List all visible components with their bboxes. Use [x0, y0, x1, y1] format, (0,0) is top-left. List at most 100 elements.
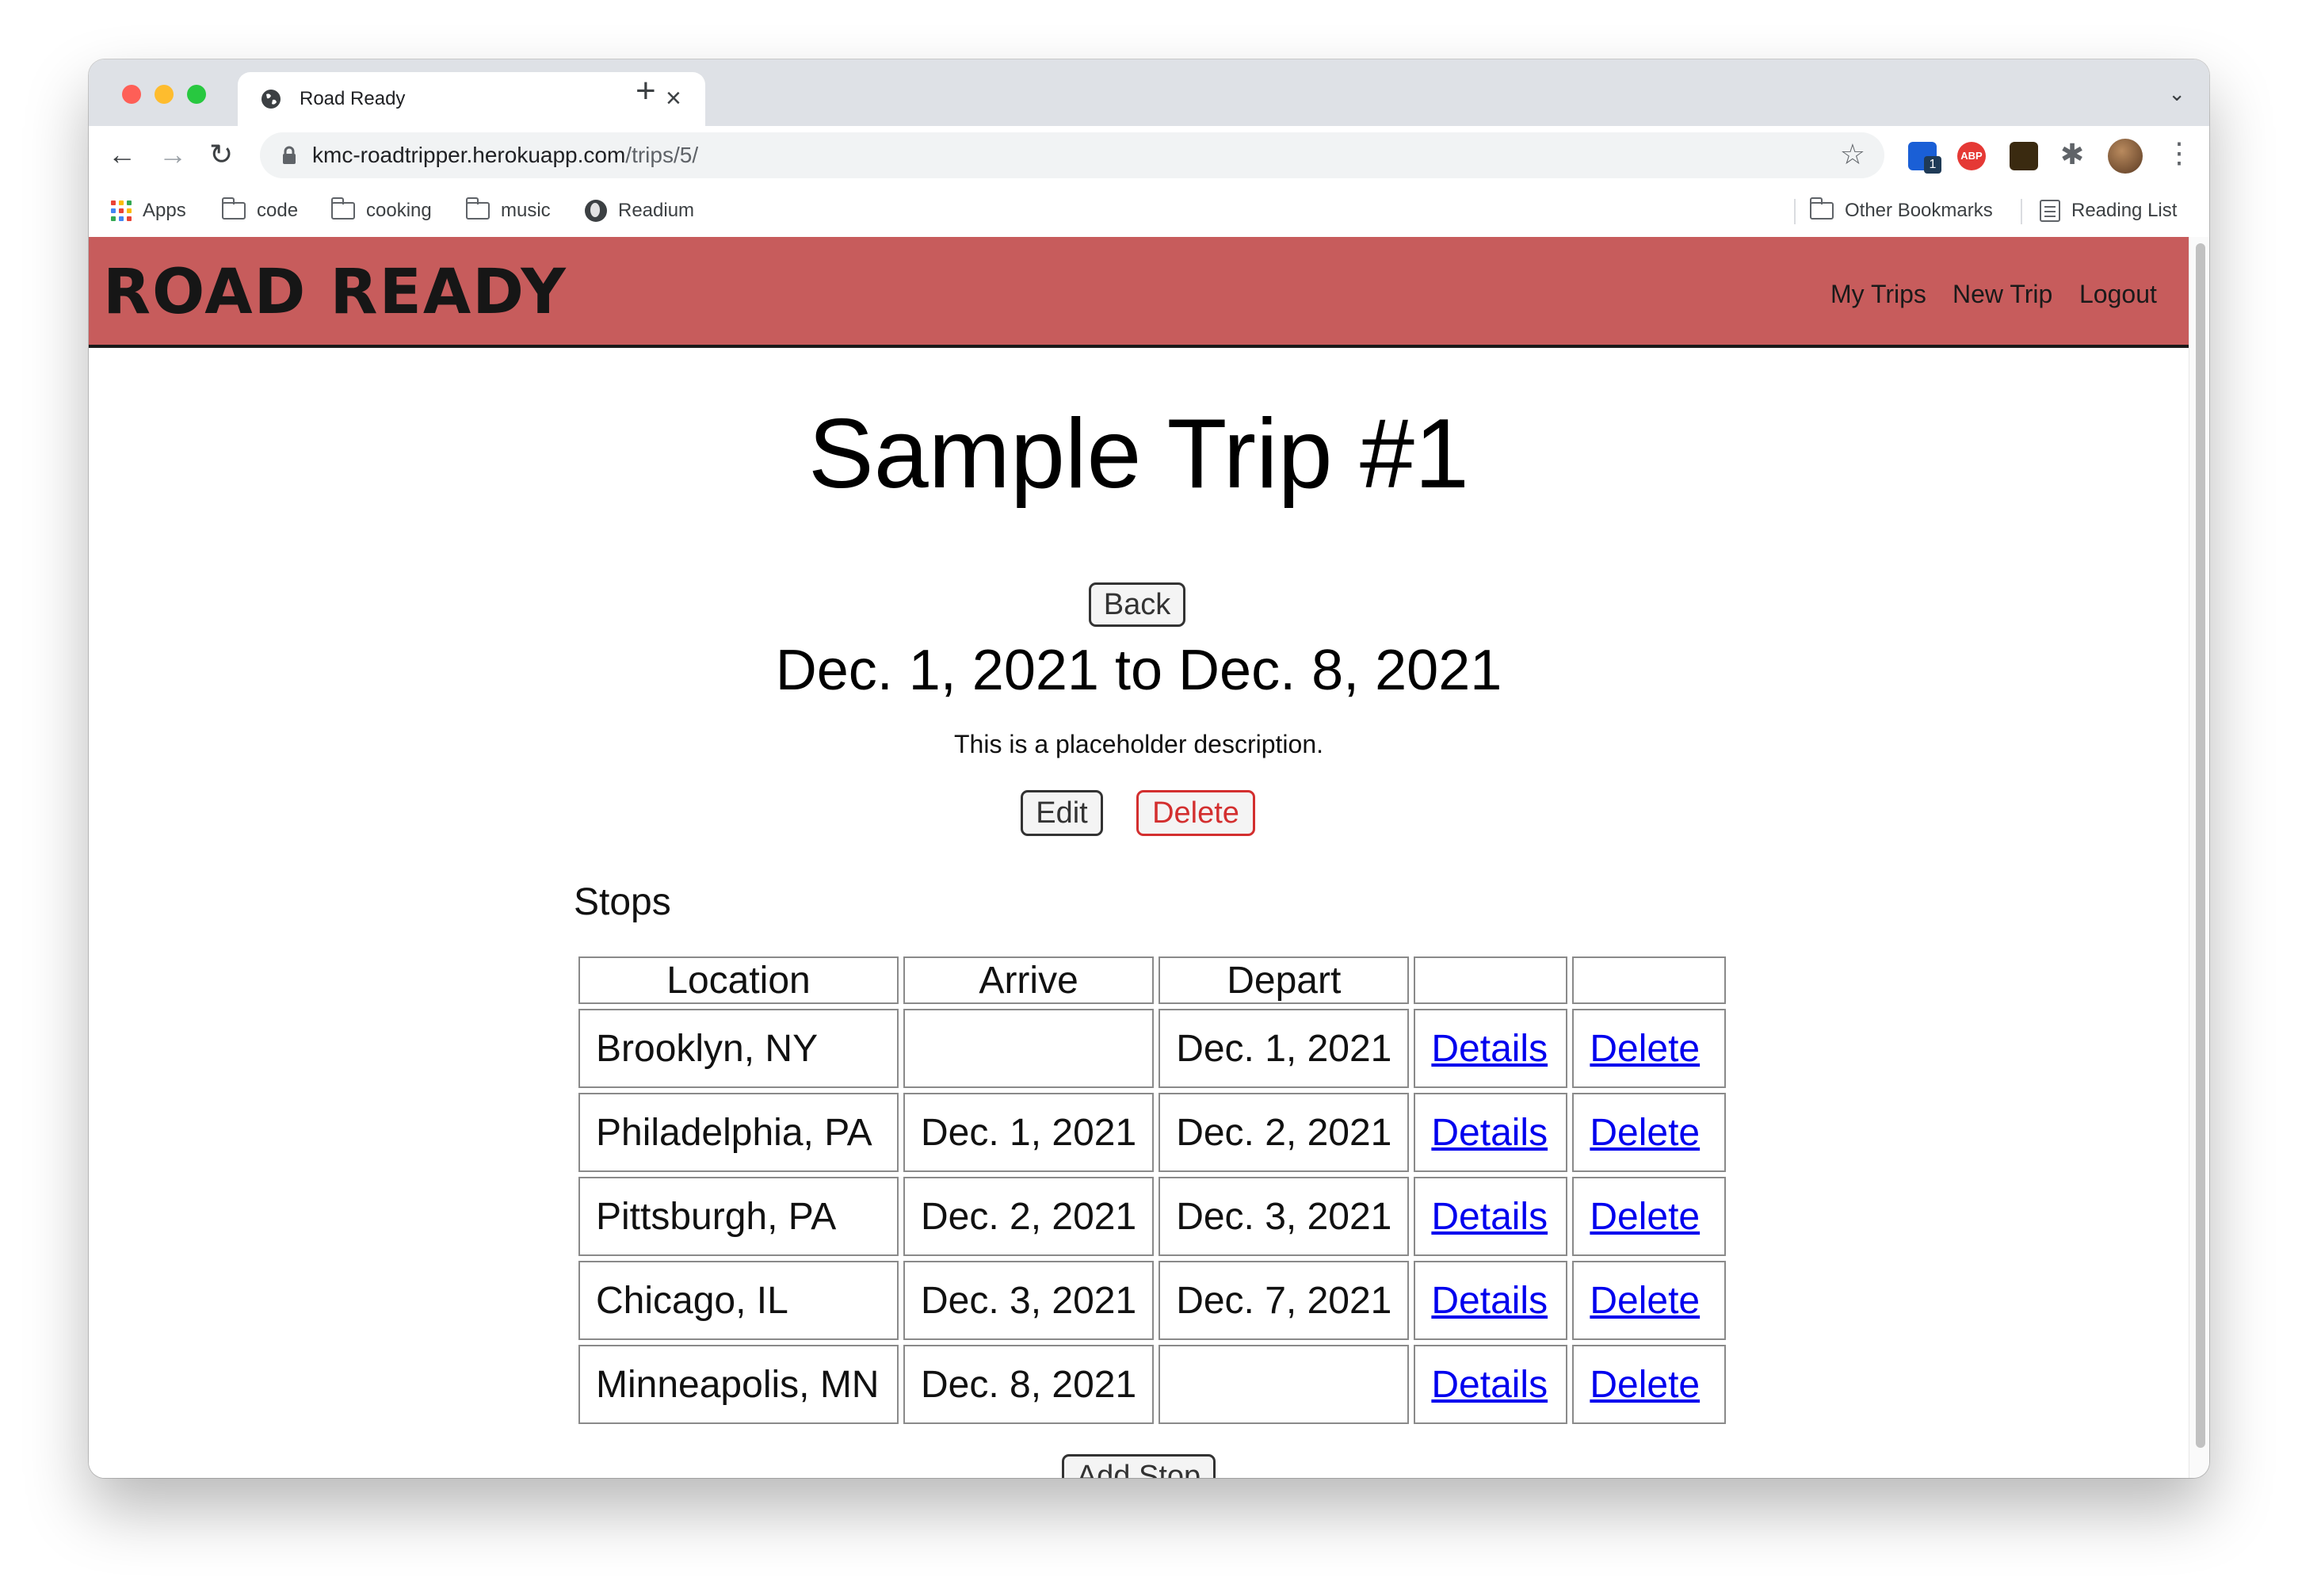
globe-icon [585, 200, 607, 222]
extension-icon[interactable] [2010, 142, 2038, 170]
stop-location: Philadelphia, PA [578, 1093, 899, 1172]
stop-details-cell: Details [1414, 1345, 1568, 1424]
back-arrow-icon[interactable]: ← [108, 137, 136, 172]
bookmark-readium[interactable]: Readium [585, 197, 694, 224]
stop-details-cell: Details [1414, 1261, 1568, 1340]
stop-delete-link[interactable]: Delete [1590, 1028, 1700, 1070]
column-header-location: Location [578, 956, 899, 1004]
column-header-depart: Depart [1159, 956, 1410, 1004]
nav-logout[interactable]: Logout [2079, 278, 2157, 310]
tab-strip: Road Ready × + ⌄ [89, 59, 2209, 126]
minimize-window-button[interactable] [155, 85, 174, 104]
stop-arrive: Dec. 2, 2021 [903, 1177, 1155, 1256]
add-stop-button[interactable]: Add Stop [1062, 1454, 1216, 1478]
column-header-arrive: Arrive [903, 956, 1155, 1004]
stop-details-link[interactable]: Details [1431, 1112, 1548, 1154]
bookmark-label: code [257, 200, 299, 221]
bookmark-label: Other Bookmarks [1845, 200, 1993, 221]
stop-details-link[interactable]: Details [1431, 1028, 1548, 1070]
bookmark-folder-cooking[interactable]: cooking [331, 197, 432, 224]
table-row: Pittsburgh, PA Dec. 2, 2021 Dec. 3, 2021… [578, 1177, 1727, 1256]
stop-depart: Dec. 7, 2021 [1159, 1261, 1410, 1340]
stop-delete-cell: Delete [1572, 1177, 1727, 1256]
column-header-empty [1572, 956, 1727, 1004]
stop-arrive: Dec. 1, 2021 [903, 1093, 1155, 1172]
stop-arrive [903, 1009, 1155, 1088]
stop-location: Minneapolis, MN [578, 1345, 899, 1424]
stop-location: Brooklyn, NY [578, 1009, 899, 1088]
browser-toolbar: ← → ↻ kmc-roadtripper.herokuapp.com/trip… [89, 126, 2209, 185]
delete-trip-button[interactable]: Delete [1136, 790, 1255, 836]
extensions-puzzle-icon[interactable]: ✱ [2060, 137, 2084, 172]
tab-search-chevron-icon[interactable]: ⌄ [2168, 82, 2185, 106]
bookmark-label: cooking [366, 200, 432, 221]
stop-details-cell: Details [1414, 1177, 1568, 1256]
page-title: Sample Trip #1 [808, 399, 1469, 509]
new-tab-button[interactable]: + [636, 74, 656, 109]
table-row: Brooklyn, NY Dec. 1, 2021 Details Delete [578, 1009, 1727, 1088]
bookmark-label: music [501, 200, 551, 221]
stop-delete-link[interactable]: Delete [1590, 1112, 1700, 1154]
table-row: Chicago, IL Dec. 3, 2021 Dec. 7, 2021 De… [578, 1261, 1727, 1340]
stop-delete-link[interactable]: Delete [1590, 1196, 1700, 1238]
reading-list-icon [2040, 200, 2060, 222]
close-window-button[interactable] [122, 85, 141, 104]
back-button[interactable]: Back [1089, 582, 1185, 627]
bookmark-folder-code[interactable]: code [222, 197, 298, 224]
bookmark-other-bookmarks[interactable]: Other Bookmarks [1810, 197, 1993, 224]
browser-menu-icon[interactable]: ⋮ [2165, 136, 2193, 170]
reload-icon[interactable]: ↻ [209, 137, 233, 172]
adblock-extension-icon[interactable]: ABP [1957, 142, 1986, 170]
stop-details-link[interactable]: Details [1431, 1280, 1548, 1322]
stop-delete-link[interactable]: Delete [1590, 1364, 1700, 1406]
extension-badge: 1 [1924, 156, 1941, 174]
stop-delete-cell: Delete [1572, 1009, 1727, 1088]
profile-avatar[interactable] [2108, 139, 2143, 174]
reading-list-button[interactable]: Reading List [2040, 197, 2177, 224]
url-path: /trips/5/ [625, 143, 699, 167]
table-row: Philadelphia, PA Dec. 1, 2021 Dec. 2, 20… [578, 1093, 1727, 1172]
stop-delete-link[interactable]: Delete [1590, 1280, 1700, 1322]
close-tab-icon[interactable]: × [666, 83, 681, 113]
folder-icon [466, 197, 490, 220]
forward-arrow-icon[interactable]: → [158, 137, 187, 172]
stop-details-link[interactable]: Details [1431, 1364, 1548, 1406]
globe-icon [261, 90, 281, 109]
page-viewport: ROAD READY My Trips New Trip Logout Samp… [89, 237, 2189, 1478]
stop-depart [1159, 1345, 1410, 1424]
trip-dates: Dec. 1, 2021 to Dec. 8, 2021 [775, 639, 1502, 702]
stop-depart: Dec. 3, 2021 [1159, 1177, 1410, 1256]
site-brand[interactable]: ROAD READY [103, 259, 567, 326]
folder-icon [1810, 197, 1834, 220]
browser-window: Road Ready × + ⌄ ← → ↻ kmc-roadtripper.h… [89, 59, 2209, 1478]
maximize-window-button[interactable] [187, 85, 206, 104]
site-header: ROAD READY My Trips New Trip Logout [89, 237, 2189, 348]
bookmarks-bar: Apps code cooking music Readium Other Bo… [89, 185, 2209, 238]
stop-arrive: Dec. 8, 2021 [903, 1345, 1155, 1424]
stop-arrive: Dec. 3, 2021 [903, 1261, 1155, 1340]
bookmark-folder-music[interactable]: music [466, 197, 551, 224]
address-bar[interactable]: kmc-roadtripper.herokuapp.com/trips/5/ ☆ [260, 132, 1884, 178]
trip-description: This is a placeholder description. [953, 730, 1323, 758]
url-text: kmc-roadtripper.herokuapp.com/trips/5/ [312, 143, 698, 168]
stop-delete-cell: Delete [1572, 1261, 1727, 1340]
bookmarks-separator [2021, 199, 2022, 224]
stop-delete-cell: Delete [1572, 1345, 1727, 1424]
bookmark-apps[interactable]: Apps [111, 197, 186, 224]
nav-new-trip[interactable]: New Trip [1953, 278, 2052, 310]
stop-location: Pittsburgh, PA [578, 1177, 899, 1256]
folder-icon [222, 197, 246, 220]
tab-title: Road Ready [300, 88, 406, 109]
bookmark-label: Apps [143, 200, 186, 221]
folder-icon [331, 197, 355, 220]
stop-details-link[interactable]: Details [1431, 1196, 1548, 1238]
column-header-empty [1414, 956, 1568, 1004]
bookmark-star-icon[interactable]: ☆ [1840, 139, 1865, 170]
edit-trip-button[interactable]: Edit [1021, 790, 1103, 836]
stop-details-cell: Details [1414, 1009, 1568, 1088]
scrollbar-thumb[interactable] [2196, 243, 2205, 1448]
apps-grid-icon [111, 200, 132, 221]
nav-my-trips[interactable]: My Trips [1830, 278, 1926, 310]
page-scrollbar[interactable] [2189, 237, 2209, 1478]
table-header-row: Location Arrive Depart [578, 956, 1727, 1004]
